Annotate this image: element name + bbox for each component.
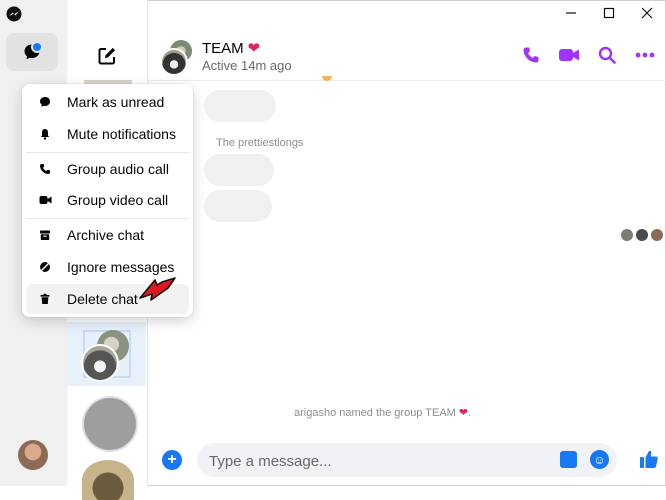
search-icon: [598, 46, 616, 64]
menu-item-label: Group audio call: [67, 161, 169, 177]
menu-item-label: Delete chat: [67, 291, 138, 307]
menu-item-label: Mute notifications: [67, 126, 176, 142]
close-icon: [641, 7, 653, 19]
message-bubble-icon: [38, 95, 52, 109]
system-message-text: arigasho named the group TEAM: [294, 407, 456, 419]
active-status: Active 14m ago: [202, 58, 292, 73]
like-button[interactable]: [638, 448, 660, 470]
video-camera-icon: [38, 193, 52, 207]
seen-avatar: [621, 229, 633, 241]
menu-divider: [26, 218, 189, 219]
maximize-button[interactable]: [590, 0, 628, 26]
system-message: arigasho named the group TEAM ❤.: [294, 406, 471, 419]
audio-call-button[interactable]: [520, 44, 542, 66]
annotation-arrow-icon: [139, 277, 176, 301]
header-actions: [520, 44, 656, 66]
phone-icon: [38, 162, 52, 176]
maximize-icon: [603, 7, 615, 19]
message-bubble[interactable]: [204, 90, 276, 122]
more-options-button[interactable]: [634, 44, 656, 66]
trash-icon: [38, 292, 52, 306]
heart-emoji: ❤: [458, 407, 469, 419]
menu-item-group-video-call[interactable]: Group video call: [26, 185, 189, 215]
menu-item-label: Archive chat: [67, 227, 145, 243]
chat-list-item-team-selected[interactable]: [67, 322, 146, 386]
menu-item-archive-chat[interactable]: Archive chat: [26, 220, 189, 250]
header-avatar-member-1[interactable]: [160, 48, 188, 76]
video-camera-icon: [559, 49, 579, 61]
group-avatar-member-1: [81, 344, 119, 382]
menu-item-label: Group video call: [67, 192, 169, 208]
menu-item-group-audio-call[interactable]: Group audio call: [26, 154, 189, 184]
minimize-button[interactable]: [552, 0, 590, 26]
bell-icon: [38, 127, 52, 141]
heart-emoji: ❤: [247, 40, 261, 57]
sticker-icon[interactable]: [560, 451, 577, 468]
seen-avatar: [636, 229, 648, 241]
message-input[interactable]: [207, 443, 551, 479]
seen-avatar: [651, 229, 663, 241]
plus-icon: +: [167, 451, 177, 468]
search-button[interactable]: [596, 44, 618, 66]
more-actions-button[interactable]: +: [162, 450, 182, 470]
conversation-header: TEAM ❤ Active 14m ago: [148, 30, 666, 81]
chats-nav-button[interactable]: [6, 33, 58, 71]
conversation-title[interactable]: TEAM ❤: [202, 39, 260, 57]
message-bubble[interactable]: [204, 154, 274, 186]
unread-dot: [31, 41, 43, 53]
close-button[interactable]: [628, 0, 666, 26]
window-controls: [552, 0, 666, 26]
menu-item-label: Mark as unread: [67, 94, 165, 110]
chat-list-item-avatar-partial[interactable]: [82, 460, 134, 500]
conversation-title-text: TEAM: [202, 40, 244, 57]
system-message-suffix: .: [468, 407, 472, 419]
menu-item-mark-unread[interactable]: Mark as unread: [26, 87, 189, 117]
thumbs-up-icon: [640, 450, 658, 468]
message-composer: ☺: [197, 443, 617, 479]
minimize-icon: [566, 12, 576, 14]
emoji-icon[interactable]: ☺: [590, 450, 609, 469]
phone-icon: [523, 47, 539, 63]
video-call-button[interactable]: [558, 44, 580, 66]
chat-list-item-avatar[interactable]: [82, 396, 138, 452]
menu-divider: [26, 152, 189, 153]
compose-icon[interactable]: [97, 46, 117, 66]
message-bubble[interactable]: [204, 190, 272, 222]
archive-box-icon: [38, 228, 52, 242]
message-sender-name: The prettiestlongs: [216, 137, 304, 149]
messenger-logo-icon: [6, 6, 22, 22]
menu-item-mute-notifications[interactable]: Mute notifications: [26, 119, 189, 149]
more-dots-icon: [635, 52, 655, 58]
ignore-icon: [38, 260, 52, 274]
profile-avatar[interactable]: [18, 440, 48, 470]
